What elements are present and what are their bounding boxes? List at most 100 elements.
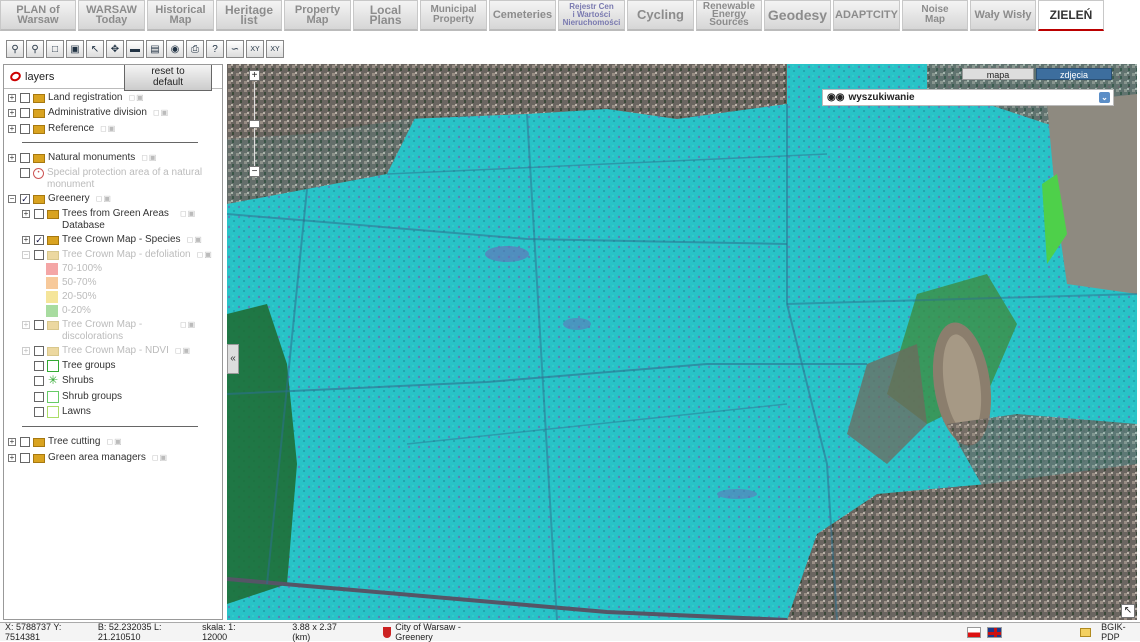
tab-zielen[interactable]: ZIELEŃ	[1038, 0, 1104, 31]
basemap-photos-button[interactable]: zdjęcia	[1036, 68, 1112, 80]
print-icon[interactable]: ⎙	[186, 40, 204, 58]
expand-icon[interactable]: +	[8, 154, 16, 162]
layer-reference[interactable]: + Reference ◻▣	[8, 123, 116, 137]
tab-geodesy[interactable]: Geodesy	[764, 0, 831, 31]
layer-lawns[interactable]: Lawns	[34, 406, 91, 420]
tab-local-plans[interactable]: Local Plans	[353, 0, 418, 31]
layer-checkbox[interactable]: ✓	[34, 235, 44, 245]
reset-to-default-button[interactable]: reset to default	[124, 65, 212, 91]
layer-shrub-groups[interactable]: Shrub groups	[34, 391, 122, 405]
layer-checkbox[interactable]: ✓	[20, 194, 30, 204]
expand-icon[interactable]: +	[22, 321, 30, 329]
expand-icon[interactable]: +	[8, 438, 16, 446]
layer-tree-crown-ndvi[interactable]: + Tree Crown Map - NDVI ◻▣	[22, 345, 191, 359]
basemap-map-button[interactable]: mapa	[962, 68, 1034, 80]
expand-icon[interactable]: +	[22, 347, 30, 355]
layer-checkbox[interactable]	[20, 168, 30, 178]
polish-flag-icon[interactable]	[966, 626, 982, 638]
collapse-panel-icon[interactable]: «	[227, 344, 239, 374]
expand-icon[interactable]: +	[8, 454, 16, 462]
layer-options-icon[interactable]: ◻▣	[141, 152, 157, 164]
layer-checkbox[interactable]	[34, 376, 44, 386]
uk-flag-icon[interactable]	[987, 626, 1003, 638]
layer-green-area-managers[interactable]: + Green area managers ◻▣	[8, 452, 168, 466]
layer-checkbox[interactable]	[34, 361, 44, 371]
email-icon[interactable]	[1080, 627, 1092, 637]
search-box[interactable]: ◉◉ wyszukiwanie ⌄	[822, 89, 1114, 106]
zoom-out-icon[interactable]: ⚲	[26, 40, 44, 58]
help-icon[interactable]: ?	[206, 40, 224, 58]
tab-property-map[interactable]: Property Map	[284, 0, 351, 31]
layer-checkbox[interactable]	[34, 407, 44, 417]
zoom-slider[interactable]: + −	[249, 70, 261, 180]
collapse-icon[interactable]: −	[22, 251, 30, 259]
layer-land-registration[interactable]: + Land registration ◻▣	[8, 92, 145, 106]
expand-icon[interactable]: +	[8, 125, 16, 133]
zoom-out-button[interactable]: −	[249, 166, 260, 177]
zoom-handle[interactable]	[249, 120, 260, 128]
layer-checkbox[interactable]	[20, 124, 30, 134]
expand-icon[interactable]: +	[22, 210, 30, 218]
legend-icon[interactable]: ▤	[146, 40, 164, 58]
layer-options-icon[interactable]: ◻▣	[96, 193, 112, 205]
layer-natural-monuments[interactable]: + Natural monuments ◻▣	[8, 152, 157, 166]
route-icon[interactable]: ∽	[226, 40, 244, 58]
pointer-icon[interactable]: ↖	[86, 40, 104, 58]
layer-greenery[interactable]: − ✓ Greenery ◻▣	[8, 193, 112, 207]
expand-icon[interactable]: +	[8, 94, 16, 102]
layer-checkbox[interactable]	[20, 108, 30, 118]
expand-icon[interactable]: +	[22, 236, 30, 244]
tab-adaptcity[interactable]: ADAPTCITY	[833, 0, 900, 31]
layer-options-icon[interactable]: ◻▣	[129, 92, 145, 104]
layer-options-icon[interactable]: ◻▣	[180, 208, 196, 220]
layer-options-icon[interactable]: ◻▣	[106, 436, 122, 448]
layer-checkbox[interactable]	[34, 209, 44, 219]
tab-renewable-energy[interactable]: Renewable Energy Sources	[696, 0, 762, 31]
layer-checkbox[interactable]	[20, 437, 30, 447]
layer-tree-crown-discolorations[interactable]: + Tree Crown Map - discolorations ◻▣	[22, 319, 196, 343]
tab-municipal-property[interactable]: Municipal Property	[420, 0, 487, 31]
layer-administrative-division[interactable]: + Administrative division ◻▣	[8, 107, 169, 121]
pan-icon[interactable]: ✥	[106, 40, 124, 58]
layer-checkbox[interactable]	[34, 250, 44, 260]
layer-tree-cutting[interactable]: + Tree cutting ◻▣	[8, 436, 123, 450]
tab-plan-of-warsaw[interactable]: PLAN of Warsaw	[0, 0, 76, 31]
zoom-box-icon[interactable]: ▣	[66, 40, 84, 58]
globe-icon[interactable]: ◉	[166, 40, 184, 58]
coordinates-search-icon[interactable]: XY	[266, 40, 284, 58]
measure-icon[interactable]: ▬	[126, 40, 144, 58]
layer-checkbox[interactable]	[20, 93, 30, 103]
layer-options-icon[interactable]: ◻▣	[175, 345, 191, 357]
layer-options-icon[interactable]: ◻▣	[100, 123, 116, 135]
tab-historical-map[interactable]: Historical Map	[147, 0, 214, 31]
layer-checkbox[interactable]	[20, 153, 30, 163]
layer-tree-groups[interactable]: Tree groups	[34, 360, 116, 374]
tab-waly-wisly[interactable]: Wały Wisły	[970, 0, 1036, 31]
expand-icon[interactable]: +	[8, 109, 16, 117]
layer-options-icon[interactable]: ◻▣	[152, 452, 168, 464]
tab-price-register[interactable]: Rejestr Cen i Wartości Nieruchomości	[558, 0, 625, 31]
layer-checkbox[interactable]	[34, 346, 44, 356]
zoom-extent-icon[interactable]: □	[46, 40, 64, 58]
layer-special-protection[interactable]: • Special protection area of a natural mo…	[8, 167, 202, 191]
collapse-icon[interactable]: −	[8, 195, 16, 203]
fullscreen-icon[interactable]: ↖	[1121, 604, 1135, 618]
tab-heritage-list[interactable]: Heritage list	[216, 0, 282, 31]
zoom-in-icon[interactable]: ⚲	[6, 40, 24, 58]
tab-warsaw-today[interactable]: WARSAW Today	[78, 0, 145, 31]
layer-checkbox[interactable]	[20, 453, 30, 463]
layer-options-icon[interactable]: ◻▣	[180, 319, 196, 331]
zoom-in-button[interactable]: +	[249, 70, 260, 81]
layer-checkbox[interactable]	[34, 320, 44, 330]
map-view[interactable]: + − « mapa zdjęcia ◉◉ wyszukiwanie ⌄ ↖	[227, 64, 1137, 620]
layer-trees-green-areas[interactable]: + Trees from Green Areas Database ◻▣	[22, 208, 196, 232]
coordinates-icon[interactable]: XY	[246, 40, 264, 58]
layer-tree-crown-species[interactable]: + ✓ Tree Crown Map - Species ◻▣	[22, 234, 203, 248]
layer-options-icon[interactable]: ◻▣	[197, 249, 213, 261]
tab-noise-map[interactable]: Noise Map	[902, 0, 968, 31]
layer-tree-crown-defoliation[interactable]: − Tree Crown Map - defoliation ◻▣	[22, 249, 213, 263]
layer-options-icon[interactable]: ◻▣	[187, 234, 203, 246]
search-toggle-icon[interactable]: ⌄	[1099, 92, 1110, 103]
layer-shrubs[interactable]: ✳ Shrubs	[34, 374, 94, 389]
layer-options-icon[interactable]: ◻▣	[153, 107, 169, 119]
